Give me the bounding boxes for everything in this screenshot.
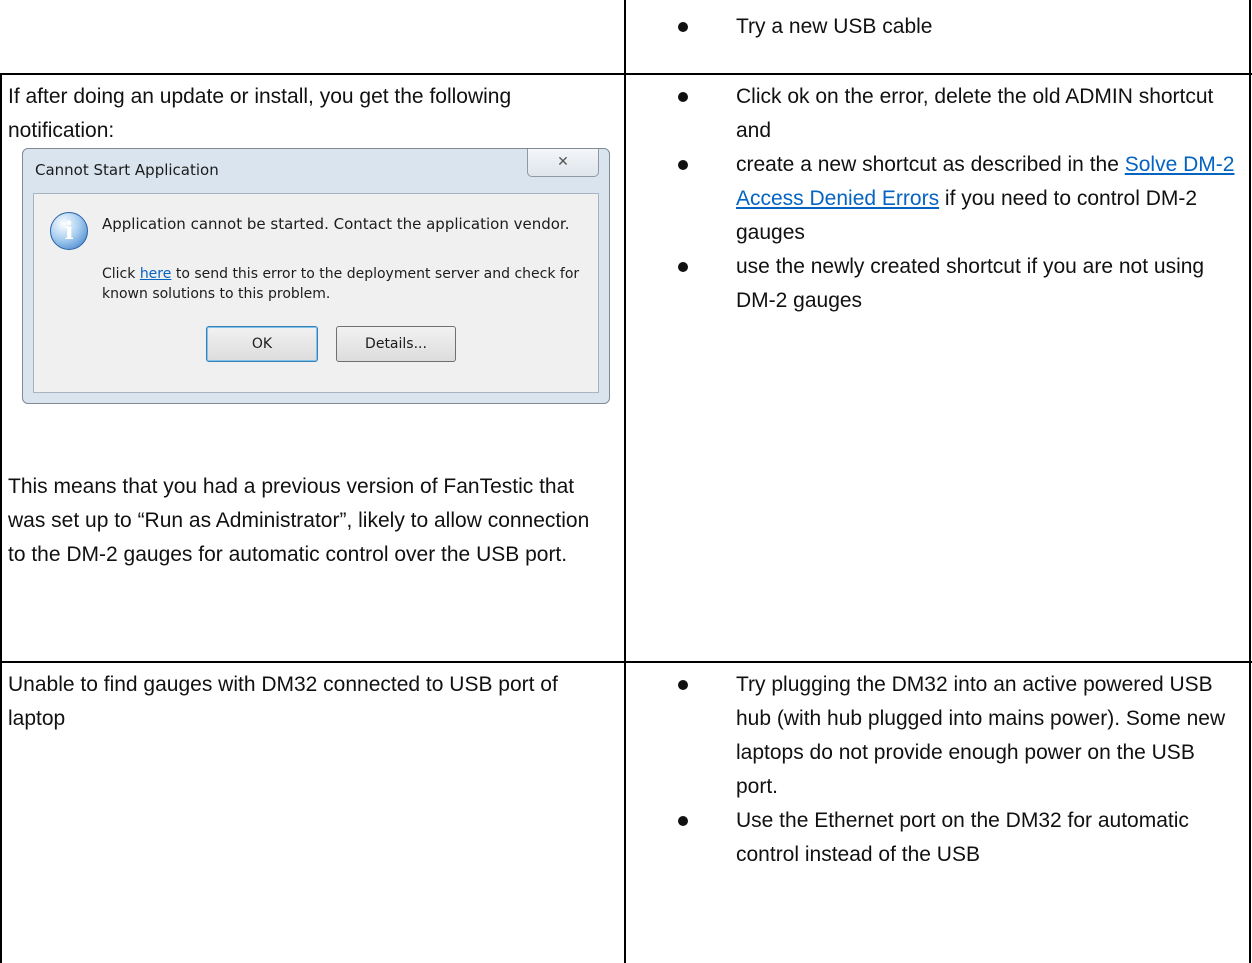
row2-right-cell: Click ok on the error, delete the old AD… — [676, 80, 1236, 318]
details-button[interactable]: Details... — [336, 326, 456, 362]
table-left-border — [0, 74, 2, 963]
list-item: use the newly created shortcut if you ar… — [676, 250, 1236, 318]
dialog-here-link[interactable]: here — [140, 266, 172, 282]
close-icon: ✕ — [557, 154, 569, 170]
close-button[interactable]: ✕ — [527, 149, 599, 177]
row3-right-cell: Try plugging the DM32 into an active pow… — [676, 668, 1236, 872]
dialog-title: Cannot Start Application — [35, 161, 219, 179]
table-row-divider-1 — [0, 73, 1252, 75]
table-row-divider-2 — [0, 661, 1252, 663]
info-icon: i — [50, 212, 88, 250]
row1-right-cell: Try a new USB cable — [676, 10, 1236, 44]
ok-button[interactable]: OK — [206, 326, 318, 362]
list-item: Try plugging the DM32 into an active pow… — [676, 668, 1236, 804]
dialog-send-error-text: Click here to send this error to the dep… — [102, 266, 580, 302]
bullet-icon — [678, 680, 688, 690]
table-column-divider — [624, 0, 626, 963]
dialog-body: i Application cannot be started. Contact… — [33, 193, 599, 393]
bullet-icon — [678, 816, 688, 826]
dialog-message: Application cannot be started. Contact t… — [102, 215, 570, 233]
list-item: Use the Ethernet port on the DM32 for au… — [676, 804, 1236, 872]
table-right-border — [1249, 0, 1251, 963]
bullet-icon — [678, 160, 688, 170]
row2-left-explanation: This means that you had a previous versi… — [8, 475, 590, 566]
list-item: Try a new USB cable — [676, 10, 1236, 44]
bullet-icon — [678, 92, 688, 102]
list-item: create a new shortcut as described in th… — [676, 148, 1236, 250]
row2-left-intro: If after doing an update or install, you… — [8, 85, 512, 142]
bullet-icon — [678, 262, 688, 272]
row3-left-cell: Unable to find gauges with DM32 connecte… — [8, 673, 558, 730]
list-item: Click ok on the error, delete the old AD… — [676, 80, 1236, 148]
bullet-icon — [678, 22, 688, 32]
cannot-start-dialog: Cannot Start Application ✕ i Application… — [22, 148, 610, 404]
